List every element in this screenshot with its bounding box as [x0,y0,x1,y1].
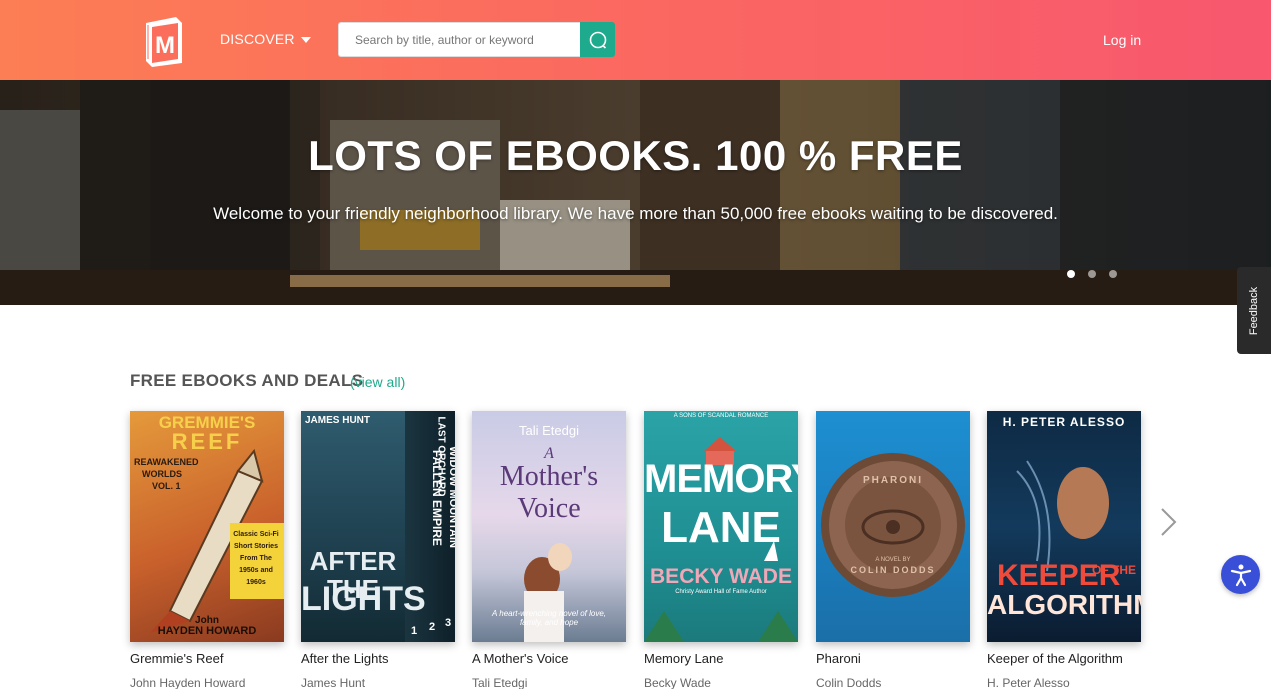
book-cover[interactable]: PHARONI A NOVEL BY COLIN DODDS [816,411,970,642]
book-author[interactable]: James Hunt [301,676,365,689]
book-card[interactable]: GREMMIE'S REEF REAWAKENED WORLDS VOL. 1 … [130,411,284,689]
accessibility-button[interactable] [1221,555,1260,594]
search-input[interactable] [338,22,580,57]
carousel-dot-2[interactable] [1088,270,1096,278]
cover-text: A heart-wrenching novel of love, family,… [492,609,606,627]
cover-text: H. PETER ALESSO [1002,415,1126,429]
caret-down-icon [300,36,311,43]
book-card[interactable]: Tali Etedgi A Mother's Voice A heart-wre… [472,411,626,689]
discover-label: DISCOVER [220,31,295,47]
book-cover[interactable]: Tali Etedgi A Mother's Voice A heart-wre… [472,411,626,642]
cover-text: JAMES HUNT [305,415,371,426]
book-author[interactable]: Tali Etedgi [472,676,527,689]
search-button[interactable] [580,22,615,57]
cover-text: 1 [410,625,418,637]
book-author[interactable]: John Hayden Howard [130,676,245,689]
accessibility-icon [1230,564,1251,586]
view-all-link[interactable]: (view all) [350,374,405,390]
search-icon [589,31,606,49]
book-card[interactable]: H. PETER ALESSO KEEPER OF THE ALGORITHM … [987,411,1141,689]
cover-text: Christy Award Hall of Fame Author [675,589,767,595]
cover-text: A NOVEL BY [875,557,911,563]
book-cover[interactable]: A SONS OF SCANDAL ROMANCE MEMORY LANE BE… [644,411,798,642]
top-header: M DISCOVER Log in [0,0,1271,80]
coin-illustration [821,453,965,597]
cover-text: Classic Sci-Fi Short Stories From The 19… [233,531,279,586]
carousel-dots [1067,270,1117,278]
feedback-label: Feedback [1248,286,1260,335]
cover-text: WORLDS [142,469,182,479]
book-title[interactable]: A Mother's Voice [472,651,568,666]
hero-subtitle: Welcome to your friendly neighborhood li… [213,204,1058,223]
book-title[interactable]: After the Lights [301,651,388,666]
cover-text: BECKY WADE [650,565,792,588]
logo-letter: M [155,32,175,59]
cover-text: COLIN DODDS [850,565,936,575]
cover-text: LANE [661,503,781,552]
hero-banner: LOTS OF EBOOKS. 100 % FREE Welcome to yo… [0,80,1271,305]
mother-child-illustration [524,543,572,642]
manybooks-logo[interactable]: M [142,13,184,67]
search-bar [338,22,615,57]
book-title[interactable]: Gremmie's Reef [130,651,224,666]
book-title[interactable]: Memory Lane [644,651,723,666]
chevron-right-icon[interactable] [1156,506,1180,538]
book-cover[interactable]: JAMES HUNT AFTER THE LIGHTS FALLEN EMPIR… [301,411,455,642]
hero-title: LOTS OF EBOOKS. 100 % FREE [308,132,963,179]
cover-text: 2 [428,621,436,633]
cover-text: KEEPER [997,559,1121,592]
cover-text: LIGHTS [301,580,426,618]
cover-text: VOL. 1 [152,481,181,491]
carousel-dot-1[interactable] [1067,270,1075,278]
book-card[interactable]: JAMES HUNT AFTER THE LIGHTS FALLEN EMPIR… [301,411,455,689]
login-link[interactable]: Log in [1103,32,1141,48]
book-author[interactable]: Becky Wade [644,676,711,689]
section-title: FREE EBOOKS AND DEALS [130,371,364,390]
cover-text: MEMORY [644,457,798,501]
cover-text: WIDOW MOUNTAIN [447,446,455,548]
book-card[interactable]: A SONS OF SCANDAL ROMANCE MEMORY LANE BE… [644,411,798,689]
cover-text: ALGORITHM [987,589,1141,620]
book-title[interactable]: Keeper of the Algorithm [987,651,1123,666]
cover-text: OF THE [1092,563,1136,577]
cover-text: REAWAKENED [134,457,199,467]
carousel-dot-3[interactable] [1109,270,1117,278]
book-title[interactable]: Pharoni [816,651,861,666]
cover-text: LAST ORCHARD [435,416,447,497]
book-card[interactable]: PHARONI A NOVEL BY COLIN DODDS Pharoni C… [816,411,970,689]
discover-menu[interactable]: DISCOVER [220,31,311,47]
book-author[interactable]: Colin Dodds [816,676,881,689]
book-cover[interactable]: GREMMIE'S REEF REAWAKENED WORLDS VOL. 1 … [130,411,284,642]
cover-text: REEF [171,429,243,454]
cover-text: 3 [444,617,452,629]
book-cover[interactable]: H. PETER ALESSO KEEPER OF THE ALGORITHM [987,411,1141,642]
cover-text: PHARONI [862,475,924,486]
book-author[interactable]: H. Peter Alesso [987,676,1070,689]
cover-text: HAYDEN HOWARD [157,625,257,637]
feedback-tab[interactable]: Feedback [1237,267,1271,354]
